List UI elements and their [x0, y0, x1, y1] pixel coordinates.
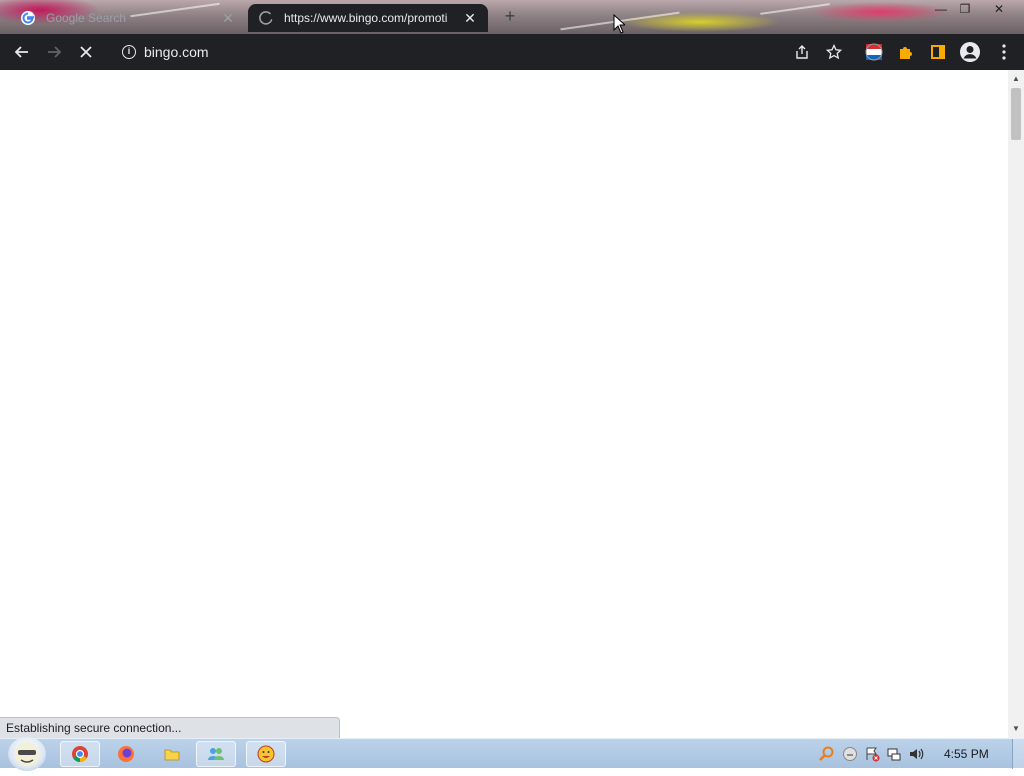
close-tab-icon[interactable]: ✕: [462, 10, 478, 27]
tab-google-search[interactable]: Google Search ✕: [10, 4, 246, 32]
kebab-menu-icon: [1002, 44, 1006, 60]
share-icon: [796, 45, 808, 59]
profile-button[interactable]: [956, 38, 984, 66]
restore-button[interactable]: ❐: [952, 0, 978, 18]
start-orb-icon: [15, 742, 39, 766]
extension-flag-button[interactable]: [860, 38, 888, 66]
back-button[interactable]: [8, 38, 36, 66]
mouse-cursor-icon: [613, 14, 625, 34]
scrollbar-thumb[interactable]: [1011, 88, 1021, 140]
emoji-face-icon: [257, 745, 275, 763]
messenger-tray-icon[interactable]: [842, 746, 858, 762]
volume-icon[interactable]: [908, 746, 924, 762]
show-desktop-button[interactable]: [1012, 739, 1024, 769]
forward-button[interactable]: [40, 38, 68, 66]
network-icon[interactable]: [886, 746, 902, 762]
vertical-scrollbar[interactable]: ▲ ▼: [1008, 70, 1024, 738]
browser-toolbar: i bingo.com: [0, 34, 1024, 70]
flag-extension-icon: [865, 43, 883, 61]
action-center-flag-icon[interactable]: [864, 746, 880, 762]
tab-title: https://www.bingo.com/promoti: [284, 11, 448, 25]
scroll-up-arrow-icon[interactable]: ▲: [1008, 72, 1024, 86]
wallpaper-streak: [760, 3, 830, 15]
taskbar-firefox[interactable]: [106, 741, 146, 767]
menu-button[interactable]: [990, 38, 1018, 66]
folder-icon: [164, 749, 180, 761]
minimize-button[interactable]: —: [928, 0, 954, 18]
bookmark-button[interactable]: [820, 38, 848, 66]
taskbar-people[interactable]: [196, 741, 236, 767]
share-button[interactable]: [788, 38, 816, 66]
system-tray: [818, 743, 924, 765]
taskbar-chrome[interactable]: [60, 741, 100, 767]
tab-title: Google Search: [46, 11, 127, 25]
star-icon: [826, 44, 842, 60]
taskbar-emoji-app[interactable]: [246, 741, 286, 767]
start-button[interactable]: [8, 737, 46, 771]
side-panel-icon: [931, 45, 945, 59]
site-info-icon[interactable]: i: [122, 45, 136, 59]
people-icon: [208, 748, 224, 760]
page-viewport: [0, 70, 1008, 738]
taskbar-clock[interactable]: 4:55 PM: [944, 747, 989, 761]
address-bar-url: bingo.com: [144, 44, 209, 60]
puzzle-icon: [900, 47, 912, 59]
loading-spinner-icon: [259, 11, 273, 25]
tab-bingo[interactable]: https://www.bingo.com/promoti ✕: [248, 4, 488, 32]
stop-loading-button[interactable]: [72, 38, 100, 66]
address-bar[interactable]: i bingo.com: [110, 38, 820, 66]
status-bubble: Establishing secure connection...: [0, 717, 340, 738]
taskbar: 4:55 PM: [0, 737, 1024, 771]
firefox-icon: [118, 746, 134, 762]
search-tray-icon[interactable]: [818, 745, 836, 763]
back-arrow-icon: [14, 46, 28, 58]
close-window-button[interactable]: ✕: [985, 0, 1013, 18]
side-panel-button[interactable]: [924, 38, 952, 66]
new-tab-button[interactable]: +: [500, 6, 520, 26]
taskbar-folder[interactable]: [152, 741, 192, 767]
avatar-icon: [960, 42, 980, 62]
google-g-icon: [21, 11, 35, 25]
extensions-button[interactable]: [892, 38, 920, 66]
forward-arrow-icon: [48, 46, 62, 58]
chrome-icon: [72, 746, 88, 762]
title-bar: Google Search ✕ https://www.bingo.com/pr…: [0, 0, 1024, 34]
stop-x-icon: [80, 46, 92, 58]
scroll-down-arrow-icon[interactable]: ▼: [1008, 722, 1024, 736]
close-tab-icon[interactable]: ✕: [220, 10, 236, 27]
